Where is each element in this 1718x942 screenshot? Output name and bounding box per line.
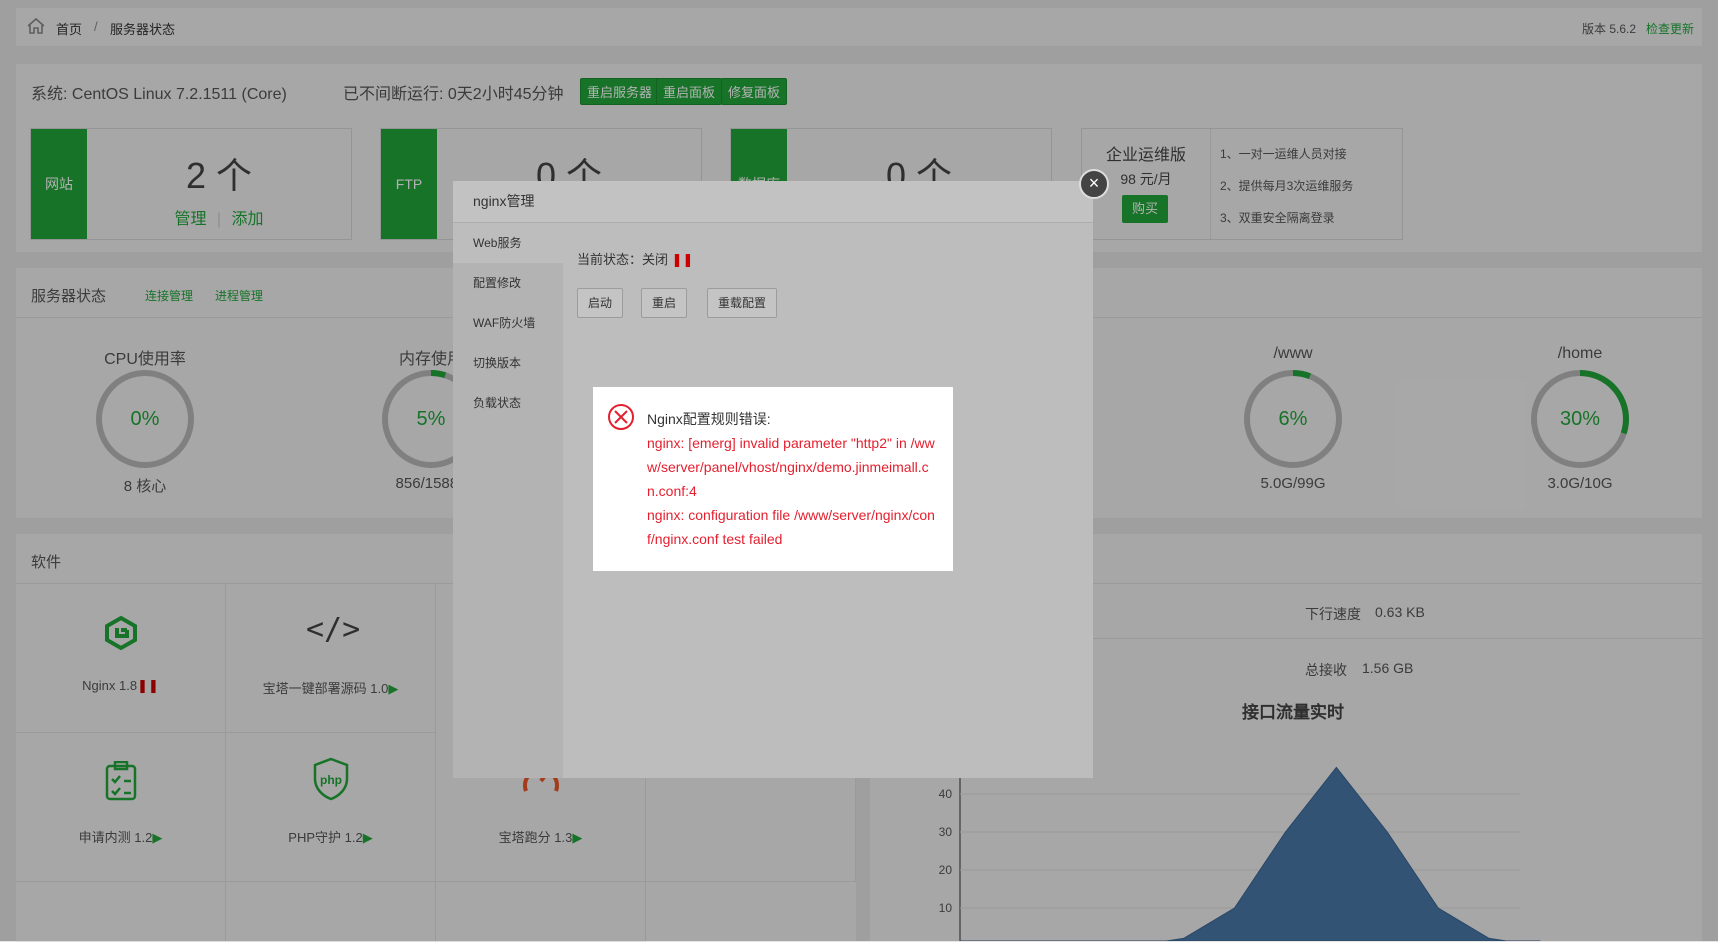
modal-menu-web-service[interactable]: Web服务 [453,223,563,263]
restart-button[interactable]: 重启 [641,288,687,318]
modal-menu-load-status[interactable]: 负载状态 [453,383,563,423]
stopped-icon: ❚❚ [671,252,694,267]
error-message-line: nginx: [emerg] invalid parameter "http2"… [647,435,935,499]
modal-menu-waf[interactable]: WAF防火墙 [453,303,563,343]
error-message-line: nginx: configuration file /www/server/ng… [647,507,935,547]
modal-sidebar: Web服务 配置修改 WAF防火墙 切换版本 负载状态 [453,223,563,778]
start-button[interactable]: 启动 [577,288,623,318]
error-title: Nginx配置规则错误: [647,411,771,427]
error-icon [607,403,635,436]
close-icon[interactable]: × [1079,169,1109,199]
modal-menu-version[interactable]: 切换版本 [453,343,563,383]
service-status: 当前状态：关闭 [577,252,669,267]
error-dialog: Nginx配置规则错误: nginx: [emerg] invalid para… [593,387,953,571]
modal-title: nginx管理 [453,181,1093,223]
reload-config-button[interactable]: 重载配置 [707,288,777,318]
modal-menu-config[interactable]: 配置修改 [453,263,563,303]
